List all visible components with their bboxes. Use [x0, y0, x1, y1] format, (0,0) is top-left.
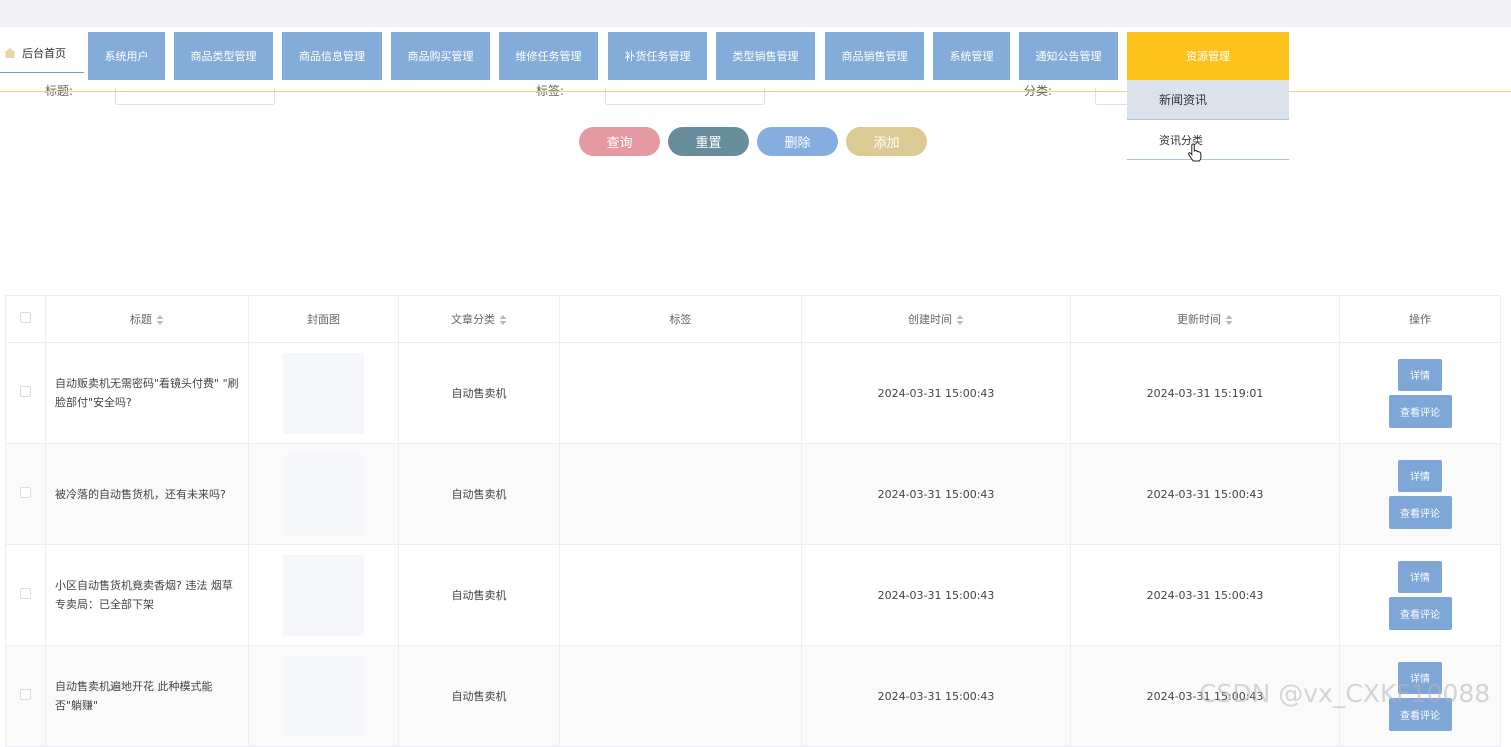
header-title[interactable]: 标题: [45, 295, 249, 343]
detail-button[interactable]: 详情: [1398, 560, 1442, 593]
cover-image: [283, 655, 364, 737]
table-row: 自动贩卖机无需密码"看镜头付费" "刷脸部付"安全吗? 自动售卖机 2024-0…: [5, 342, 1501, 444]
row-cover: [248, 443, 399, 545]
detail-button[interactable]: 详情: [1398, 459, 1442, 492]
row-actions: 详情 查看评论: [1339, 342, 1501, 444]
row-cover: [248, 544, 399, 646]
cover-image: [283, 352, 364, 434]
home-icon: [4, 47, 16, 58]
row-created: 2024-03-31 15:00:43: [801, 544, 1071, 646]
cover-image: [283, 453, 364, 535]
row-select[interactable]: [5, 544, 46, 646]
add-button[interactable]: 添加: [846, 127, 927, 156]
row-cover: [248, 645, 399, 747]
row-created: 2024-03-31 15:00:43: [801, 645, 1071, 747]
detail-button[interactable]: 详情: [1398, 358, 1442, 391]
sort-icon[interactable]: [499, 315, 507, 325]
header-tag: 标签: [559, 295, 802, 343]
row-updated: 2024-03-31 15:00:43: [1070, 443, 1340, 545]
row-cover: [248, 342, 399, 444]
sort-icon[interactable]: [1225, 315, 1233, 325]
row-tag: [559, 443, 802, 545]
row-select[interactable]: [5, 645, 46, 747]
row-updated: 2024-03-31 15:00:43: [1070, 544, 1340, 646]
header-updated[interactable]: 更新时间: [1070, 295, 1340, 343]
row-actions: 详情 查看评论: [1339, 443, 1501, 545]
watermark: CSDN @vx_CXKF10088: [1199, 679, 1491, 708]
view-comments-button[interactable]: 查看评论: [1388, 495, 1452, 529]
header-title-label: 标题: [130, 313, 152, 326]
view-comments-button[interactable]: 查看评论: [1388, 596, 1452, 630]
row-updated: 2024-03-31 15:19:01: [1070, 342, 1340, 444]
header-category[interactable]: 文章分类: [398, 295, 560, 343]
row-category: 自动售卖机: [398, 645, 560, 747]
header-actions-label: 操作: [1409, 313, 1431, 326]
row-tag: [559, 342, 802, 444]
nav-item-system-management[interactable]: 系统管理: [933, 32, 1010, 80]
query-button[interactable]: 查询: [579, 127, 660, 156]
select-all-checkbox[interactable]: [20, 312, 31, 323]
nav-item-product-purchase[interactable]: 商品购买管理: [391, 32, 490, 80]
hand-cursor-icon: [1188, 143, 1202, 162]
row-title: 自动贩卖机无需密码"看镜头付费" "刷脸部付"安全吗?: [45, 342, 249, 444]
row-select[interactable]: [5, 443, 46, 545]
dropdown-item-news[interactable]: 新闻资讯: [1127, 80, 1289, 120]
row-checkbox[interactable]: [20, 689, 31, 700]
header-actions: 操作: [1339, 295, 1501, 343]
nav-item-type-sales[interactable]: 类型销售管理: [716, 32, 815, 80]
table-header-row: 标题 封面图 文章分类 标签 创建时间 更新时间 操作: [5, 295, 1501, 343]
row-actions: 详情 查看评论: [1339, 544, 1501, 646]
nav-home[interactable]: 后台首页: [0, 33, 84, 73]
resources-dropdown: 新闻资讯 资讯分类: [1127, 80, 1289, 160]
table-row: 被冷落的自动售货机，还有未来吗? 自动售卖机 2024-03-31 15:00:…: [5, 443, 1501, 545]
header-updated-label: 更新时间: [1177, 313, 1221, 326]
dropdown-item-news-category[interactable]: 资讯分类: [1127, 120, 1289, 160]
nav-item-repair-tasks[interactable]: 维修任务管理: [499, 32, 598, 80]
row-checkbox[interactable]: [20, 487, 31, 498]
nav-item-system-users[interactable]: 系统用户: [88, 32, 165, 80]
sort-icon[interactable]: [156, 315, 164, 325]
row-tag: [559, 544, 802, 646]
row-title: 自动售卖机遍地开花 此种模式能否"躺赚": [45, 645, 249, 747]
delete-button[interactable]: 删除: [757, 127, 838, 156]
row-category: 自动售卖机: [398, 342, 560, 444]
nav-item-resources[interactable]: 资源管理: [1127, 32, 1289, 80]
row-title: 被冷落的自动售货机，还有未来吗?: [45, 443, 249, 545]
header-select-all[interactable]: [5, 295, 46, 343]
header-category-label: 文章分类: [451, 313, 495, 326]
nav-item-product-sales[interactable]: 商品销售管理: [825, 32, 924, 80]
row-category: 自动售卖机: [398, 443, 560, 545]
cover-image: [283, 554, 364, 636]
row-checkbox[interactable]: [20, 588, 31, 599]
row-category: 自动售卖机: [398, 544, 560, 646]
nav-home-label: 后台首页: [22, 46, 66, 60]
reset-button[interactable]: 重置: [668, 127, 749, 156]
nav-item-product-types[interactable]: 商品类型管理: [174, 32, 273, 80]
nav-item-notices[interactable]: 通知公告管理: [1019, 32, 1118, 80]
header-created[interactable]: 创建时间: [801, 295, 1071, 343]
row-tag: [559, 645, 802, 747]
header-cover: 封面图: [248, 295, 399, 343]
header-tag-label: 标签: [669, 313, 692, 326]
browser-top-strip: [0, 0, 1511, 27]
row-checkbox[interactable]: [20, 386, 31, 397]
table-row: 小区自动售货机竟卖香烟? 违法 烟草专卖局：已全部下架 自动售卖机 2024-0…: [5, 544, 1501, 646]
row-created: 2024-03-31 15:00:43: [801, 342, 1071, 444]
header-created-label: 创建时间: [908, 313, 952, 326]
row-select[interactable]: [5, 342, 46, 444]
view-comments-button[interactable]: 查看评论: [1388, 394, 1452, 428]
header-cover-label: 封面图: [307, 313, 340, 326]
row-created: 2024-03-31 15:00:43: [801, 443, 1071, 545]
nav-item-restock-tasks[interactable]: 补货任务管理: [608, 32, 707, 80]
row-title: 小区自动售货机竟卖香烟? 违法 烟草专卖局：已全部下架: [45, 544, 249, 646]
nav-item-product-info[interactable]: 商品信息管理: [282, 32, 382, 80]
sort-icon[interactable]: [956, 315, 964, 325]
